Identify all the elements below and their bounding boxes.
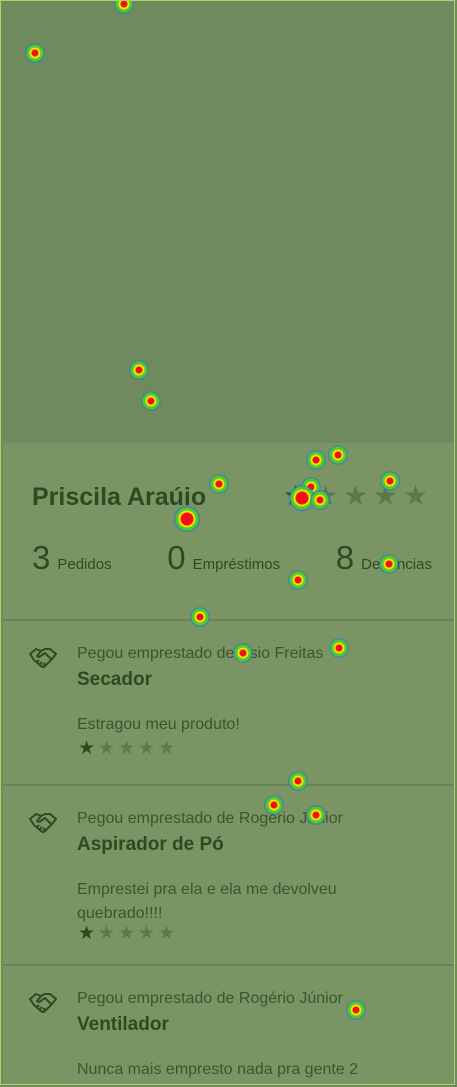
star-icon: ★ bbox=[342, 480, 369, 511]
star-icon: ★ bbox=[402, 480, 429, 511]
star-icon: ★ bbox=[97, 923, 116, 944]
star-icon: ★ bbox=[157, 923, 176, 944]
stat-denuncias[interactable]: 8 Denúncias bbox=[336, 539, 432, 577]
handshake-icon bbox=[29, 648, 57, 668]
handshake-icon bbox=[29, 813, 57, 833]
stat-label: Empréstimos bbox=[192, 556, 281, 573]
handshake-icon bbox=[29, 993, 57, 1013]
stat-label: Pedidos bbox=[57, 556, 112, 573]
user-stats: 3 Pedidos 0 Empréstimos 8 Denúncias bbox=[32, 539, 432, 577]
user-rating: ★ ★ ★ ★ ★ bbox=[282, 481, 429, 511]
lender-text: Pegou emprestado de Rogério Júnior bbox=[77, 990, 343, 1007]
stat-count: 0 bbox=[167, 539, 186, 576]
lender-text: Pegou emprestado de Rogério Júnior bbox=[77, 810, 343, 827]
stat-pedidos[interactable]: 3 Pedidos bbox=[32, 539, 112, 577]
stat-count: 3 bbox=[32, 539, 51, 576]
star-icon: ★ bbox=[372, 480, 399, 511]
stat-label: Denúncias bbox=[361, 556, 432, 573]
stat-count: 8 bbox=[335, 539, 355, 576]
loan-card[interactable]: Pegou emprestado de Rogério Júnior Venti… bbox=[3, 966, 454, 1085]
review-text: Emprestei pra ela e ela me devolveu queb… bbox=[77, 881, 337, 922]
star-icon: ★ bbox=[97, 738, 116, 759]
review-text: Nunca mais empresto nada pra gente 2 bbox=[77, 1061, 359, 1078]
star-icon: ★ bbox=[117, 738, 136, 759]
star-icon: ★ bbox=[312, 480, 339, 511]
item-name: Aspirador de Pó bbox=[77, 834, 224, 855]
user-name: Priscila Araúio bbox=[32, 483, 207, 511]
star-icon: ★ bbox=[137, 738, 156, 759]
star-icon: ★ bbox=[117, 923, 136, 944]
loan-card[interactable]: Pegou emprestado de Rogério Júnior Aspir… bbox=[3, 786, 454, 964]
profile-header-image bbox=[3, 3, 454, 443]
review-rating: ★ ★ ★ ★ ★ bbox=[77, 924, 176, 944]
stat-emprestimos[interactable]: 0 Empréstimos bbox=[167, 539, 280, 577]
star-icon: ★ bbox=[77, 738, 96, 759]
profile-summary: Priscila Araúio ★ ★ ★ ★ ★ 3 Pedidos 0 Em… bbox=[3, 443, 454, 619]
star-icon: ★ bbox=[137, 923, 156, 944]
review-text: Estragou meu produto! bbox=[77, 716, 240, 733]
item-name: Ventilador bbox=[77, 1014, 169, 1035]
lender-text: Pegou emprestado de Ésio Freitas bbox=[77, 645, 324, 662]
star-icon: ★ bbox=[77, 923, 96, 944]
item-name: Secador bbox=[77, 669, 152, 690]
loan-card[interactable]: Pegou emprestado de Ésio Freitas Secador… bbox=[3, 621, 454, 784]
review-rating: ★ ★ ★ ★ ★ bbox=[77, 739, 176, 759]
star-icon: ★ bbox=[282, 480, 309, 511]
star-icon: ★ bbox=[157, 738, 176, 759]
